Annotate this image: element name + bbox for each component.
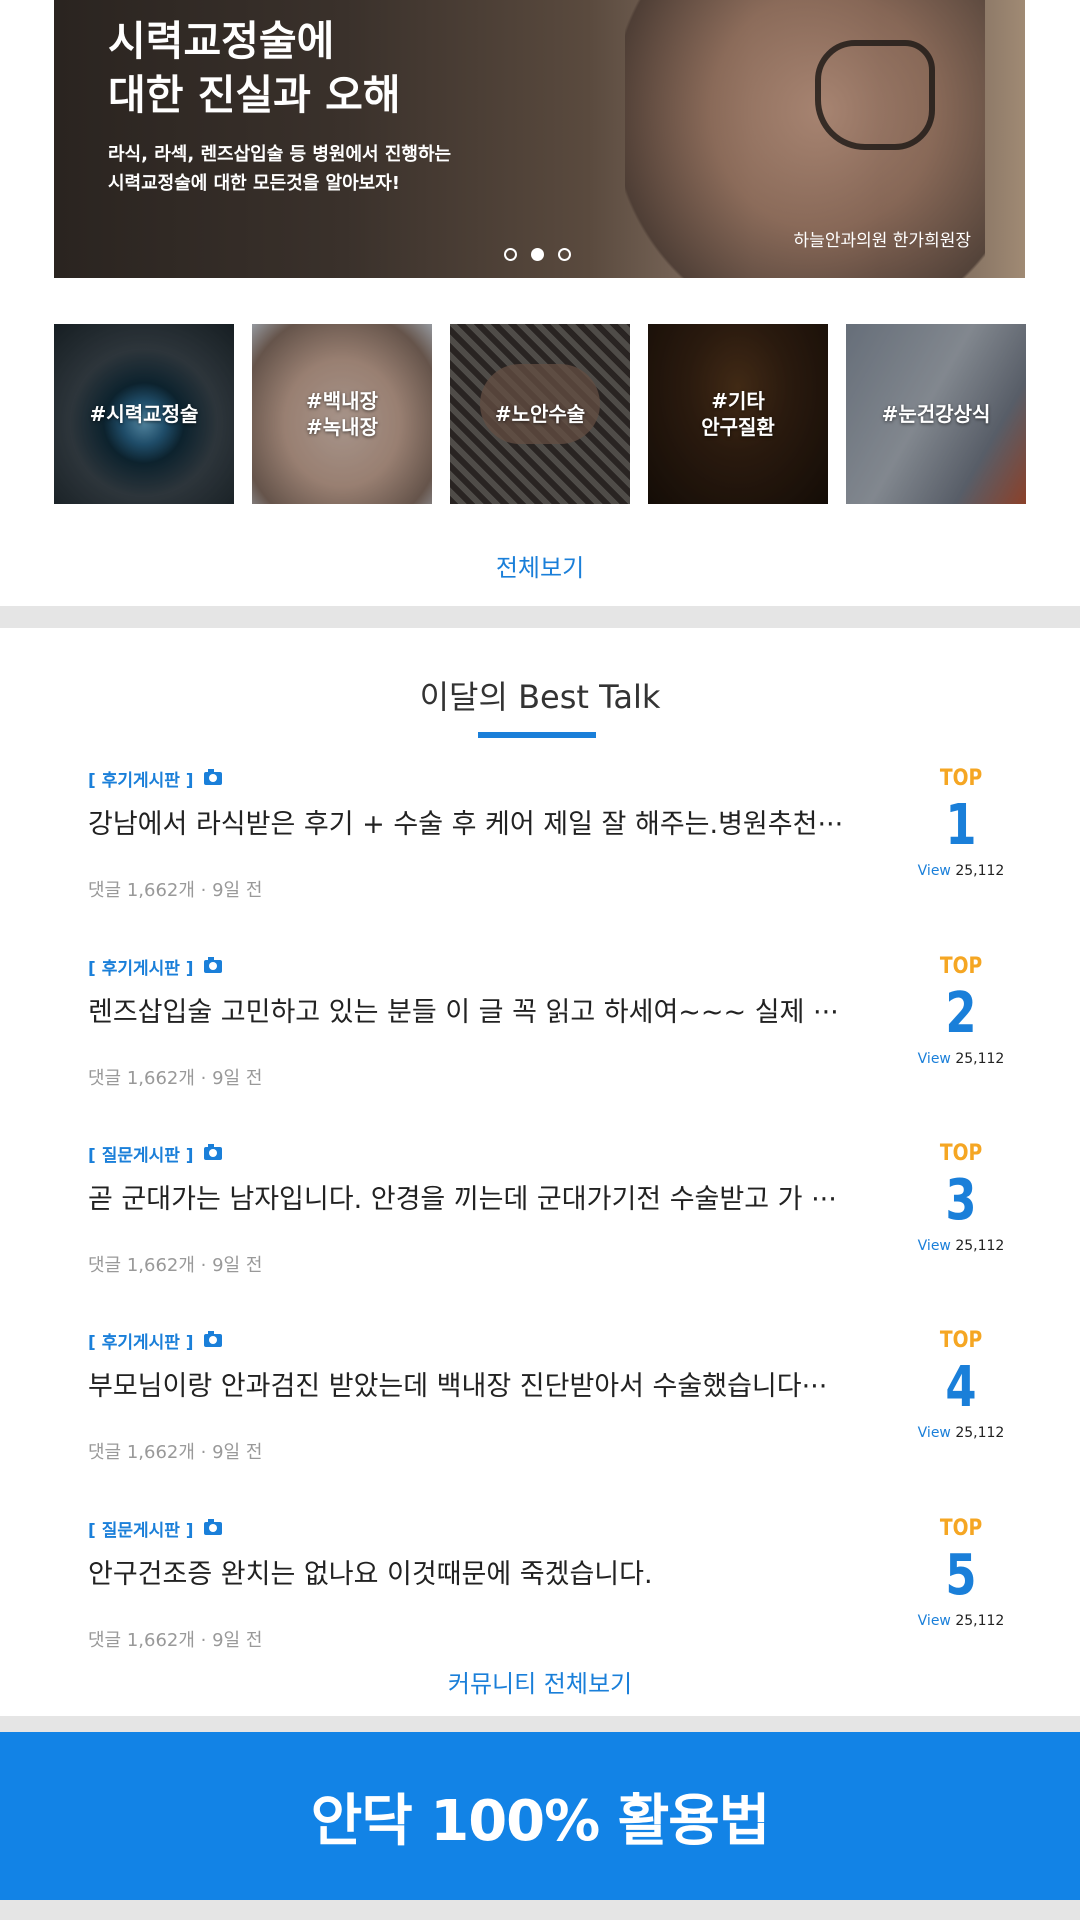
rank-number: 4 [945,1355,977,1420]
category-label: #기타 안구질환 [701,389,775,439]
rank-badge: TOP 5 View 25,112 [914,1516,1008,1629]
post-meta: 댓글 1,662개 · 9일 전 [88,1255,263,1276]
carousel-indicator [504,248,571,261]
best-talk-title: 이달의 Best Talk [419,678,661,716]
board-tag: [ 후기게시판 ] [88,954,222,979]
rank-badge: TOP 3 View 25,112 [914,1141,1008,1254]
rank-badge: TOP 1 View 25,112 [914,766,1008,879]
best-talk-post[interactable]: [ 후기게시판 ] 강남에서 라식받은 후기 + 수술 후 케어 제일 잘 해주… [88,766,1008,936]
rank-number: 5 [945,1543,977,1608]
best-talk-post[interactable]: [ 후기게시판 ] 부모님이랑 안과검진 받았는데 백내장 진단받아서 수술했습… [88,1328,1008,1498]
best-talk-post[interactable]: [ 질문게시판 ] 안구건조증 완치는 없나요 이것때문에 죽겠습니다. 댓글 … [88,1516,1008,1686]
post-title[interactable]: 렌즈삽입술 고민하고 있는 분들 이 글 꼭 읽고 하세여~~~ 실제 ··· [88,990,908,1029]
section-divider [0,1900,1080,1920]
camera-icon [203,1519,222,1535]
hero-photo-glasses [815,40,935,150]
rank-badge: TOP 2 View 25,112 [914,954,1008,1067]
camera-icon [203,1144,222,1160]
category-label: #눈건강상식 [881,402,991,426]
category-tiles: #시력교정술 #백내장 #녹내장 #노안수술 #기타 안구질환 #눈건강상식 [54,324,1026,506]
board-tag: [ 후기게시판 ] [88,766,222,791]
title-underline [478,732,596,738]
category-tile-eye-health[interactable]: #눈건강상식 [846,324,1026,504]
best-talk-post[interactable]: [ 후기게시판 ] 렌즈삽입술 고민하고 있는 분들 이 글 꼭 읽고 하세여~… [88,954,1008,1124]
best-talk-post[interactable]: [ 질문게시판 ] 곧 군대가는 남자입니다. 안경을 끼는데 군대가기전 수술… [88,1141,1008,1311]
category-tile-vision-correction[interactable]: #시력교정술 [54,324,234,504]
view-count: View 25,112 [917,1051,1005,1067]
rank-number: 3 [945,1168,977,1233]
section-divider [0,1716,1080,1732]
carousel-dot[interactable] [504,248,517,261]
camera-icon [203,1331,222,1347]
banner-text: 안닥 100% 활용법 [310,1788,771,1854]
view-count: View 25,112 [917,1613,1005,1629]
post-meta: 댓글 1,662개 · 9일 전 [88,1630,263,1651]
rank-number: 2 [945,981,977,1046]
post-meta: 댓글 1,662개 · 9일 전 [88,1442,263,1463]
post-title[interactable]: 곧 군대가는 남자입니다. 안경을 끼는데 군대가기전 수술받고 가 ··· [88,1177,908,1216]
rank-badge: TOP 4 View 25,112 [914,1328,1008,1441]
hero-credit: 하늘안과의원 한가희원장 [793,231,971,251]
category-tile-cataract-glaucoma[interactable]: #백내장 #녹내장 [252,324,432,504]
carousel-dot-active[interactable] [531,248,544,261]
category-label: #시력교정술 [89,402,199,426]
top-label: TOP [939,954,983,979]
carousel-dot[interactable] [558,248,571,261]
board-tag: [ 질문게시판 ] [88,1516,222,1541]
category-tile-presbyopia[interactable]: #노안수술 [450,324,630,504]
camera-icon [203,769,222,785]
post-title[interactable]: 부모님이랑 안과검진 받았는데 백내장 진단받아서 수술했습니다··· [88,1364,908,1403]
guide-banner[interactable]: 안닥 100% 활용법 [0,1732,1080,1900]
category-label: #노안수술 [494,402,586,426]
community-see-all-link[interactable]: 커뮤니티 전체보기 [0,1664,1080,1699]
section-divider [0,606,1080,628]
view-count: View 25,112 [917,863,1005,879]
hero-banner[interactable]: 시력교정술에 대한 진실과 오해 라식, 라섹, 렌즈삽입술 등 병원에서 진행… [54,0,1025,278]
see-all-link[interactable]: 전체보기 [0,548,1080,583]
hero-subtitle: 라식, 라섹, 렌즈삽입술 등 병원에서 진행하는 시력교정술에 대한 모든것을… [108,144,452,194]
camera-icon [203,957,222,973]
view-count: View 25,112 [917,1425,1005,1441]
category-label: #백내장 #녹내장 [306,389,378,439]
post-title[interactable]: 강남에서 라식받은 후기 + 수술 후 케어 제일 잘 해주는.병원추천··· [88,802,908,841]
board-tag: [ 후기게시판 ] [88,1328,222,1353]
top-label: TOP [939,766,983,791]
rank-number: 1 [945,793,977,858]
hero-title: 시력교정술에 대한 진실과 오해 [108,17,401,119]
category-tile-other-eye-disease[interactable]: #기타 안구질환 [648,324,828,504]
post-meta: 댓글 1,662개 · 9일 전 [88,880,263,901]
top-label: TOP [939,1516,983,1541]
post-title[interactable]: 안구건조증 완치는 없나요 이것때문에 죽겠습니다. [88,1552,908,1591]
view-count: View 25,112 [917,1238,1005,1254]
post-meta: 댓글 1,662개 · 9일 전 [88,1068,263,1089]
top-label: TOP [939,1328,983,1353]
top-label: TOP [939,1141,983,1166]
board-tag: [ 질문게시판 ] [88,1141,222,1166]
